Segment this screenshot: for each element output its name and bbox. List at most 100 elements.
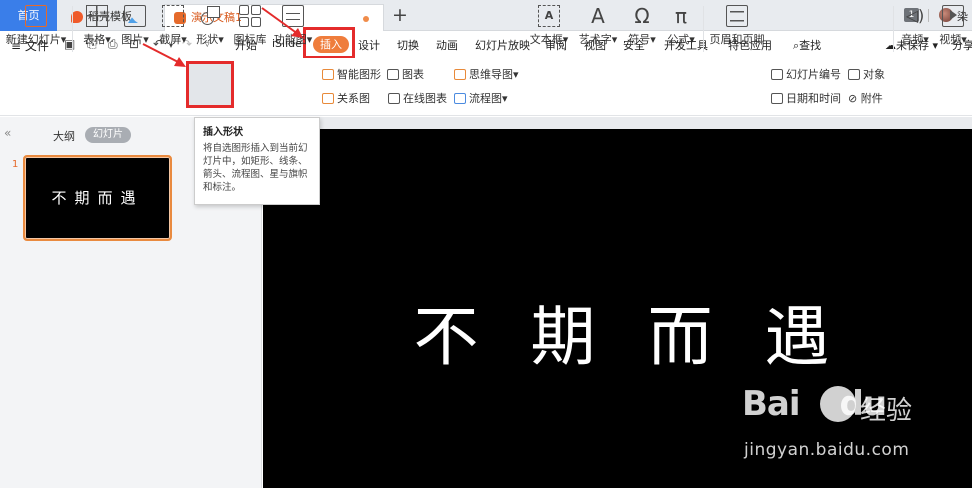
- chevron-down-icon: ▾: [562, 33, 569, 46]
- unsaved-dot-icon: [363, 16, 369, 22]
- watermark-cn: 经验: [860, 396, 913, 426]
- new-tab-button[interactable]: +: [392, 4, 408, 26]
- slide-number: 1: [12, 159, 19, 170]
- watermark-brand-part1: Bai: [742, 384, 801, 424]
- chevron-down-icon: ▾: [513, 68, 519, 81]
- picture-button[interactable]: 图片▾: [118, 4, 152, 47]
- datetime-label: 日期和时间: [786, 92, 841, 105]
- slide-thumbnail-text: 不期而遇: [51, 189, 144, 207]
- slide-number-button[interactable]: 幻灯片编号: [771, 66, 841, 82]
- collapse-panel-icon[interactable]: «: [4, 126, 11, 140]
- baidu-paw-icon: [820, 386, 856, 422]
- mind-map-icon: [454, 69, 466, 80]
- icon-library-button[interactable]: 图标库: [232, 4, 268, 47]
- relation-chart-label: 关系图: [337, 92, 370, 105]
- mind-map-label: 思维导图: [469, 68, 513, 81]
- search-command[interactable]: ⌕查找: [793, 37, 821, 53]
- video-label: 视频: [939, 33, 962, 46]
- screenshot-scissors-icon: [162, 5, 184, 27]
- attachment-label: 附件: [860, 92, 883, 105]
- wordart-button[interactable]: A 艺术字▾: [576, 4, 620, 47]
- icon-library-label: 图标库: [233, 33, 267, 46]
- new-slide-icon: [25, 5, 47, 27]
- table-button[interactable]: 表格▾: [80, 4, 114, 47]
- online-chart-button[interactable]: 在线图表: [388, 90, 447, 106]
- picture-label: 图片: [121, 33, 144, 46]
- tab-slideshow[interactable]: 幻灯片放映: [475, 37, 530, 53]
- chart-icon: [387, 69, 399, 80]
- relation-chart-icon: [322, 93, 334, 104]
- object-label: 对象: [863, 68, 885, 81]
- slide-number-icon: [771, 69, 783, 80]
- tooltip-title: 插入形状: [203, 127, 243, 138]
- paperclip-icon: ⊘: [848, 92, 861, 105]
- screenshot-button[interactable]: 截屏▾: [156, 4, 190, 47]
- tab-outline[interactable]: 大纲: [53, 128, 75, 144]
- object-button[interactable]: 对象: [848, 66, 885, 82]
- video-icon: [942, 5, 964, 27]
- formula-button[interactable]: π 公式▾: [664, 4, 698, 47]
- wordart-icon: A: [591, 4, 605, 28]
- baidu-jingyan-watermark: Bai du 经验 jingyan.baidu.com: [742, 384, 942, 474]
- chevron-down-icon: ▾: [611, 33, 618, 46]
- omega-symbol-icon: Ω: [634, 4, 650, 28]
- calendar-icon: [771, 93, 783, 104]
- search-label: 查找: [799, 39, 822, 52]
- chevron-down-icon: ▾: [923, 33, 929, 46]
- chart-button[interactable]: 图表: [387, 66, 424, 82]
- picture-icon: [124, 5, 146, 27]
- smart-graphic-label: 智能图形: [337, 68, 381, 81]
- chevron-down-icon: ▾: [105, 33, 111, 46]
- screenshot-label: 截屏: [159, 33, 182, 46]
- relation-chart-button[interactable]: 关系图: [322, 90, 370, 106]
- shape-label: 形状: [196, 33, 219, 46]
- header-footer-icon: [726, 5, 748, 27]
- textbox-icon: A: [538, 5, 560, 27]
- flowchart-button[interactable]: 流程图▾: [454, 90, 508, 106]
- video-button[interactable]: 视频▾: [936, 4, 970, 47]
- new-slide-label: 新建幻灯片: [5, 33, 61, 46]
- flowchart-icon: [454, 93, 466, 104]
- function-chart-button[interactable]: 功能图▾: [272, 4, 314, 47]
- chart-label: 图表: [402, 68, 424, 81]
- shape-icon: [199, 5, 221, 27]
- slide-thumbnail[interactable]: 不期而遇: [23, 155, 172, 241]
- tab-design[interactable]: 设计: [358, 37, 380, 53]
- chevron-down-icon: ▾: [143, 33, 149, 46]
- table-label: 表格: [83, 33, 106, 46]
- ribbon-divider: [72, 6, 73, 52]
- audio-button[interactable]: ◁) 音频▾: [898, 4, 932, 47]
- online-chart-icon: [388, 93, 400, 104]
- chevron-down-icon: ▾: [650, 33, 656, 46]
- mind-map-button[interactable]: 思维导图▾: [454, 66, 519, 82]
- new-slide-button[interactable]: 新建幻灯片▾: [5, 4, 67, 47]
- smart-graphic-button[interactable]: 智能图形: [322, 66, 381, 82]
- ribbon-divider: [893, 6, 894, 52]
- chevron-down-icon: ▾: [502, 92, 508, 105]
- shape-tooltip: 插入形状 将自选图形插入到当前幻灯片中，如矩形、线条、箭头、流程图、星与旗帜和标…: [194, 117, 320, 205]
- tab-slides[interactable]: 幻灯片: [85, 127, 131, 143]
- tab-animation[interactable]: 动画: [436, 37, 458, 53]
- chevron-down-icon: ▾: [60, 33, 67, 46]
- cloud-icon: ☁: [885, 39, 896, 52]
- ribbon-divider: [703, 6, 704, 52]
- symbol-button[interactable]: Ω 符号▾: [625, 4, 659, 47]
- tab-transition[interactable]: 切换: [397, 37, 419, 53]
- header-footer-button[interactable]: 页眉和页脚: [709, 4, 765, 47]
- chevron-down-icon: ▾: [961, 33, 967, 46]
- chevron-down-icon: ▾: [689, 33, 695, 46]
- datetime-button[interactable]: 日期和时间: [771, 90, 841, 106]
- icon-library-icon: [239, 5, 261, 27]
- textbox-button[interactable]: A 文本框▾: [528, 4, 570, 47]
- header-footer-label: 页眉和页脚: [709, 33, 765, 46]
- formula-label: 公式: [667, 33, 690, 46]
- attachment-button[interactable]: ⊘ 附件: [848, 90, 883, 106]
- smart-graphic-icon: [322, 69, 334, 80]
- shape-square-glyph: [207, 6, 220, 18]
- shape-button[interactable]: 形状▾: [190, 4, 230, 47]
- chevron-down-icon: ▾: [181, 33, 187, 46]
- tooltip-body: 将自选图形插入到当前幻灯片中，如矩形、线条、箭头、流程图、星与旗帜和标注。: [203, 143, 308, 193]
- symbol-label: 符号: [628, 33, 651, 46]
- watermark-url: jingyan.baidu.com: [744, 440, 910, 460]
- slide-title-text[interactable]: 不期而遇: [263, 284, 972, 378]
